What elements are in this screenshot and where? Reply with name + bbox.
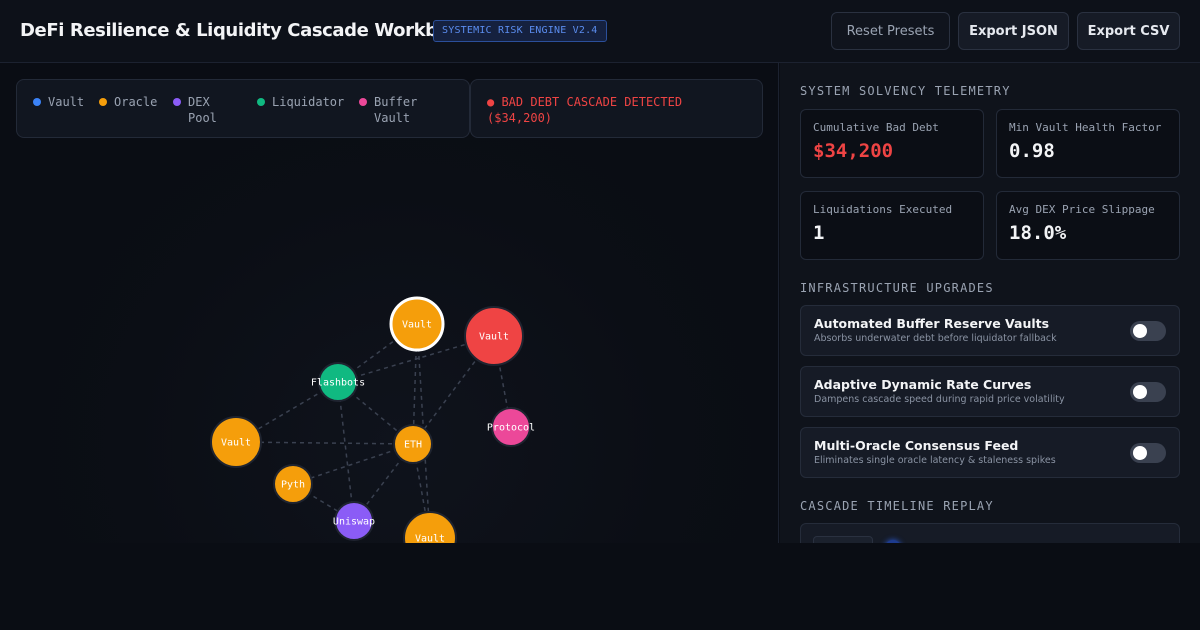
metric-label: Avg DEX Price Slippage: [1009, 203, 1155, 216]
graph-node-label: Flashbots: [311, 378, 365, 389]
graph-node-flashbots[interactable]: Flashbots: [311, 362, 365, 402]
upgrade-title: Multi-Oracle Consensus Feed: [814, 438, 1019, 453]
network-graph[interactable]: Vault Vault Flashbots Protocol Vault ETH Pyth U…: [0, 63, 779, 543]
graph-node-vault-bottom[interactable]: Vault: [403, 511, 457, 544]
app-header: DeFi Resilience & Liquidity Cascade Work…: [0, 0, 1200, 63]
side-panel: SYSTEM SOLVENCY TELEMETRY Cumulative Bad…: [780, 63, 1200, 543]
metric-label: Cumulative Bad Debt: [813, 121, 939, 134]
export-csv-button[interactable]: Export CSV: [1077, 12, 1180, 50]
graph-node-eth[interactable]: ETH: [393, 424, 433, 464]
page-footer-area: [0, 543, 1200, 630]
toggle-knob: [1133, 385, 1147, 399]
graph-edge-vault-left-eth: [235, 441, 414, 445]
dynamic-rate-toggle[interactable]: [1130, 382, 1166, 402]
network-graph-canvas[interactable]: Vault Oracle DEX Pool Liquidator Buffer …: [0, 63, 779, 543]
graph-node-label: Vault: [479, 332, 509, 343]
metric-value: 18.0%: [1009, 222, 1067, 244]
upgrade-multi-oracle-feed[interactable]: Multi-Oracle Consensus Feed Eliminates s…: [800, 427, 1180, 478]
app-title: DeFi Resilience & Liquidity Cascade Work…: [20, 20, 485, 41]
upgrade-dynamic-rate-curves[interactable]: Adaptive Dynamic Rate Curves Dampens cas…: [800, 366, 1180, 417]
upgrade-description: Eliminates single oracle latency & stale…: [814, 455, 1056, 466]
upgrade-buffer-reserve-vaults[interactable]: Automated Buffer Reserve Vaults Absorbs …: [800, 305, 1180, 356]
metric-card-slippage: Avg DEX Price Slippage 18.0%: [996, 191, 1180, 260]
timeline-play-button[interactable]: [813, 536, 873, 543]
metric-label: Liquidations Executed: [813, 203, 953, 216]
metric-card-liquidations: Liquidations Executed 1: [800, 191, 984, 260]
graph-node-vault-red[interactable]: Vault: [464, 306, 524, 366]
toggle-knob: [1133, 446, 1147, 460]
graph-node-pyth[interactable]: Pyth: [273, 464, 313, 504]
graph-node-vault-top[interactable]: Vault: [389, 296, 445, 352]
buffer-reserve-toggle[interactable]: [1130, 321, 1166, 341]
upgrade-title: Automated Buffer Reserve Vaults: [814, 316, 1050, 331]
toggle-knob: [1133, 324, 1147, 338]
metric-label: Min Vault Health Factor: [1009, 121, 1162, 134]
graph-node-label: Vault: [402, 320, 432, 331]
reset-presets-button[interactable]: Reset Presets: [831, 12, 950, 50]
timeline-section-title: CASCADE TIMELINE REPLAY: [800, 499, 994, 513]
graph-node-label: Vault: [415, 534, 445, 544]
metric-value: 1: [813, 222, 825, 244]
engine-version-badge: SYSTEMIC RISK ENGINE V2.4: [433, 20, 607, 42]
telemetry-section-title: SYSTEM SOLVENCY TELEMETRY: [800, 84, 1011, 98]
upgrade-description: Dampens cascade speed during rapid price…: [814, 394, 1065, 405]
graph-node-uniswap[interactable]: Uniswap: [333, 501, 375, 541]
multi-oracle-toggle[interactable]: [1130, 443, 1166, 463]
metric-card-health-factor: Min Vault Health Factor 0.98: [996, 109, 1180, 178]
export-json-button[interactable]: Export JSON: [958, 12, 1069, 50]
graph-node-protocol[interactable]: Protocol: [487, 407, 535, 447]
upgrades-section-title: INFRASTRUCTURE UPGRADES: [800, 281, 994, 295]
timeline-controls: [800, 523, 1180, 543]
metric-card-bad-debt: Cumulative Bad Debt $34,200: [800, 109, 984, 178]
upgrade-title: Adaptive Dynamic Rate Curves: [814, 377, 1032, 392]
graph-edge-flashbots-uniswap: [337, 381, 355, 522]
graph-node-label: ETH: [404, 440, 422, 451]
upgrade-description: Absorbs underwater debt before liquidato…: [814, 333, 1057, 344]
graph-node-label: Pyth: [281, 480, 305, 491]
graph-node-label: Uniswap: [333, 517, 375, 528]
graph-node-label: Vault: [221, 438, 251, 449]
graph-node-vault-left[interactable]: Vault: [210, 416, 262, 468]
metric-value: 0.98: [1009, 140, 1055, 162]
graph-node-label: Protocol: [487, 423, 535, 434]
metric-value: $34,200: [813, 140, 894, 162]
